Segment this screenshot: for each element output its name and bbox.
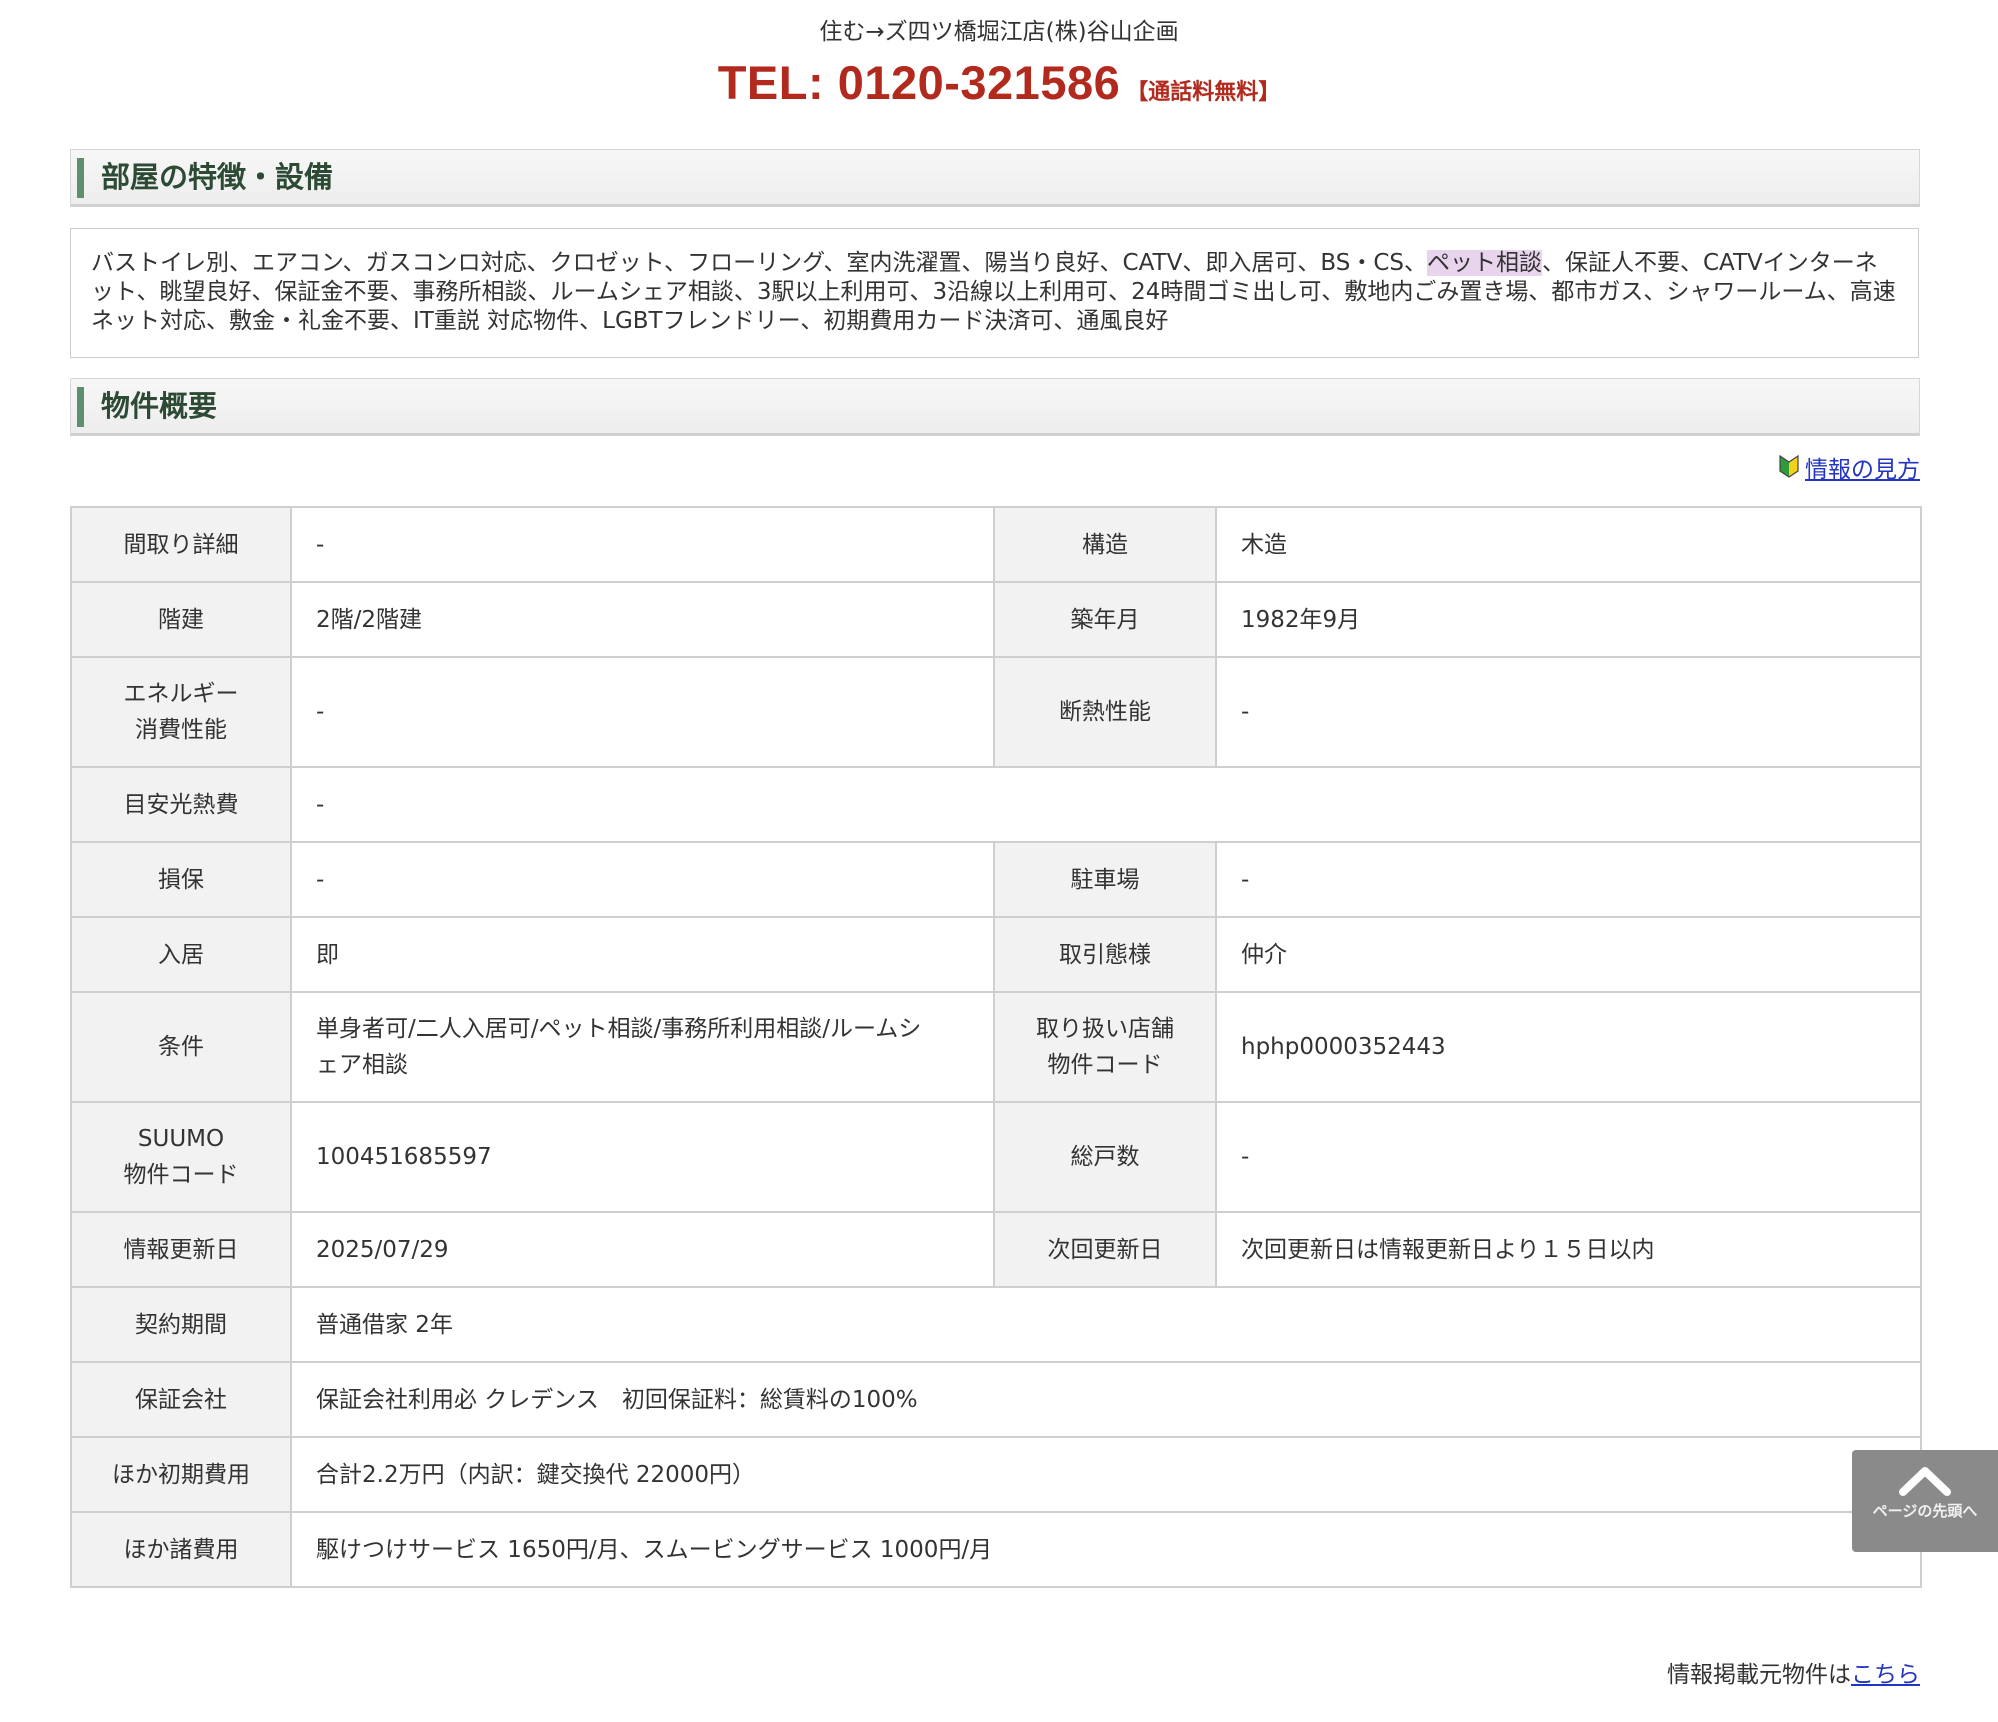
joken-value-line1: 単身者可/二人入居可/ペット相談/事務所利用相談/ルームシ (316, 1016, 922, 1042)
initial-cost-value: 合計2.2万円（内訳：鍵交換代 22000円） (290, 1436, 1922, 1513)
kounetsu-value: - (290, 766, 1922, 843)
sonpo-label: 損保 (70, 841, 292, 918)
source-link[interactable]: こちら (1851, 1662, 1920, 1688)
info-guide-link[interactable]: 情報の見方 (1805, 457, 1920, 483)
joken-value-line2: ェア相談 (316, 1052, 408, 1078)
source-note: 情報掲載元物件はこちら (1667, 1660, 1920, 1690)
nyukyo-label: 入居 (70, 916, 292, 993)
energy-label-line2: 消費性能 (135, 717, 227, 743)
chevron-up-icon (1899, 1467, 1951, 1496)
kaidate-label: 階建 (70, 581, 292, 658)
tel-line: TEL: 0120-321586 【通話料無料】 (0, 54, 1998, 123)
table-row: 入居 即 取引態様 仲介 (70, 916, 1922, 993)
torihiki-label: 取引態様 (993, 916, 1217, 993)
next-update-value: 次回更新日は情報更新日より１５日以内 (1215, 1211, 1922, 1288)
kounetsu-label: 目安光熱費 (70, 766, 292, 843)
features-text-1: バストイレ別、エアコン、ガスコンロ対応、クロゼット、フローリング、室内洗濯置、陽… (91, 250, 1427, 276)
soko-label: 総戸数 (993, 1101, 1217, 1213)
madori-value: - (290, 506, 995, 583)
energy-label: エネルギー 消費性能 (70, 656, 292, 768)
overview-title: 物件概要 (101, 389, 218, 423)
chiku-value: 1982年9月 (1215, 581, 1922, 658)
table-row: 階建 2階/2階建 築年月 1982年9月 (70, 581, 1922, 658)
features-list: バストイレ別、エアコン、ガスコンロ対応、クロゼット、フローリング、室内洗濯置、陽… (70, 228, 1919, 358)
features-highlight: ペット相談 (1426, 250, 1542, 276)
store-code-label-line2: 物件コード (1047, 1052, 1163, 1078)
suumo-code-label: SUUMO 物件コード (70, 1101, 292, 1213)
chiku-label: 築年月 (993, 581, 1217, 658)
table-row: 条件 単身者可/二人入居可/ペット相談/事務所利用相談/ルームシ ェア相談 取り… (70, 991, 1922, 1103)
madori-label: 間取り詳細 (70, 506, 292, 583)
section-accent-bar (77, 387, 84, 427)
beginner-leaf-icon (1779, 454, 1799, 487)
store-code-label: 取り扱い店舗 物件コード (993, 991, 1217, 1103)
contract-label: 契約期間 (70, 1286, 292, 1363)
page-top-label: ページの先頭へ (1872, 1502, 1978, 1520)
store-code-value: hphp0000352443 (1215, 991, 1922, 1103)
energy-label-line1: エネルギー (123, 681, 239, 707)
table-row: エネルギー 消費性能 - 断熱性能 - (70, 656, 1922, 768)
info-guide-row: 情報の見方 (1779, 454, 1920, 486)
table-row: 損保 - 駐車場 - (70, 841, 1922, 918)
suumo-code-label-line2: 物件コード (123, 1162, 239, 1188)
table-row: ほか諸費用 駆けつけサービス 1650円/月、スムービングサービス 1000円/… (70, 1511, 1922, 1588)
parking-value: - (1215, 841, 1922, 918)
store-code-label-line1: 取り扱い店舗 (1036, 1016, 1174, 1042)
source-text: 情報掲載元物件は (1667, 1662, 1851, 1688)
nyukyo-value: 即 (290, 916, 995, 993)
table-row: 契約期間 普通借家 2年 (70, 1286, 1922, 1363)
update-value: 2025/07/29 (290, 1211, 995, 1288)
contract-value: 普通借家 2年 (290, 1286, 1922, 1363)
features-title: 部屋の特徴・設備 (101, 160, 334, 194)
table-row: 間取り詳細 - 構造 木造 (70, 506, 1922, 583)
parking-label: 駐車場 (993, 841, 1217, 918)
table-row: ほか初期費用 合計2.2万円（内訳：鍵交換代 22000円） (70, 1436, 1922, 1513)
guarantor-label: 保証会社 (70, 1361, 292, 1438)
shop-header: 住む→ズ四ツ橋堀江店(株)谷山企画 TEL: 0120-321586 【通話料無料… (0, 0, 1998, 123)
sonpo-value: - (290, 841, 995, 918)
shop-name: 住む→ズ四ツ橋堀江店(株)谷山企画 (819, 19, 1179, 45)
page-top-button[interactable]: ページの先頭へ (1852, 1450, 1998, 1552)
dannetsu-value: - (1215, 656, 1922, 768)
suumo-code-value: 100451685597 (290, 1101, 995, 1213)
joken-label: 条件 (70, 991, 292, 1103)
joken-value: 単身者可/二人入居可/ペット相談/事務所利用相談/ルームシ ェア相談 (290, 991, 995, 1103)
table-row: 保証会社 保証会社利用必 クレデンス 初回保証料：総賃料の100% (70, 1361, 1922, 1438)
soko-value: - (1215, 1101, 1922, 1213)
guarantor-value: 保証会社利用必 クレデンス 初回保証料：総賃料の100% (290, 1361, 1922, 1438)
table-row: SUUMO 物件コード 100451685597 総戸数 - (70, 1101, 1922, 1213)
features-section-header: 部屋の特徴・設備 (70, 149, 1920, 207)
energy-value: - (290, 656, 995, 768)
torihiki-value: 仲介 (1215, 916, 1922, 993)
dannetsu-label: 断熱性能 (993, 656, 1217, 768)
table-row: 目安光熱費 - (70, 766, 1922, 843)
section-accent-bar (77, 158, 84, 198)
table-row: 情報更新日 2025/07/29 次回更新日 次回更新日は情報更新日より１５日以… (70, 1211, 1922, 1288)
next-update-label: 次回更新日 (993, 1211, 1217, 1288)
other-cost-value: 駆けつけサービス 1650円/月、スムービングサービス 1000円/月 (290, 1511, 1922, 1588)
update-label: 情報更新日 (70, 1211, 292, 1288)
toll-free-note: 【通話料無料】 (1126, 80, 1281, 105)
overview-section-header: 物件概要 (70, 378, 1920, 436)
kozo-label: 構造 (993, 506, 1217, 583)
kaidate-value: 2階/2階建 (290, 581, 995, 658)
suumo-code-label-line1: SUUMO (137, 1126, 225, 1152)
kozo-value: 木造 (1215, 506, 1922, 583)
property-overview-table: 間取り詳細 - 構造 木造 階建 2階/2階建 築年月 1982年9月 エネルギ… (70, 506, 1922, 1588)
other-cost-label: ほか諸費用 (70, 1511, 292, 1588)
initial-cost-label: ほか初期費用 (70, 1436, 292, 1513)
phone-number[interactable]: TEL: 0120-321586 (718, 56, 1121, 109)
